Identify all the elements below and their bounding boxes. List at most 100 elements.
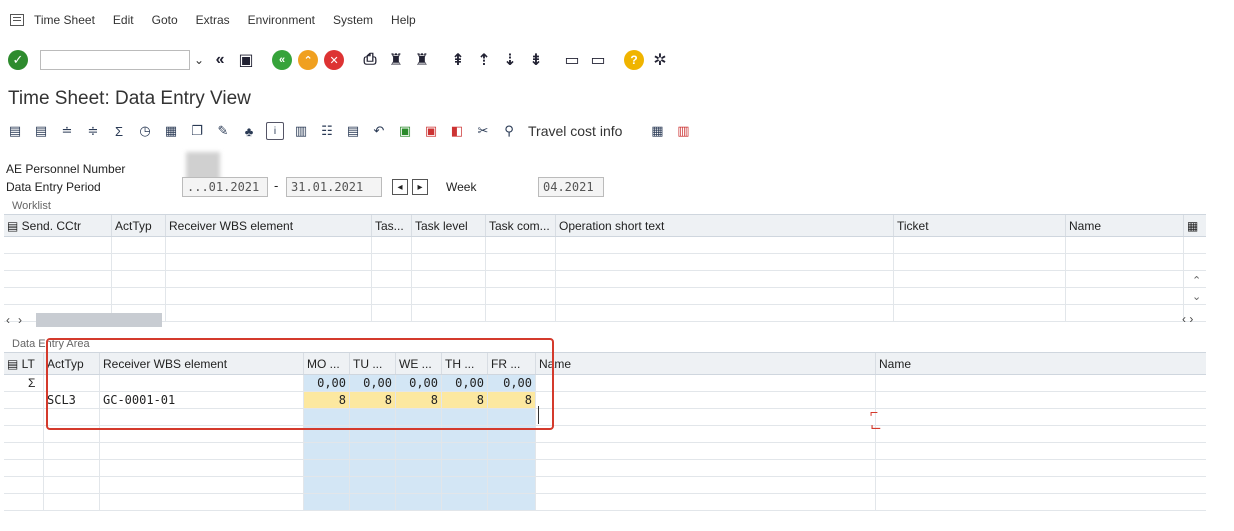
col-task-level[interactable]: Task level (412, 215, 486, 236)
col-receiver-wbs[interactable]: Receiver WBS element (166, 215, 372, 236)
create-session-icon[interactable]: ▭ (562, 50, 582, 70)
grid-select-icon[interactable]: ▤ (7, 357, 22, 371)
scroll-up-icon[interactable]: ⌃ (1192, 274, 1201, 287)
hours-tu[interactable]: 8 (350, 392, 396, 408)
table-row[interactable] (4, 426, 1206, 443)
next-page-icon[interactable]: ⇣ (500, 50, 520, 70)
menu-environment[interactable]: Environment (248, 13, 315, 27)
col-name-2[interactable]: Name (876, 353, 1206, 374)
undo-icon[interactable]: ↶ (370, 122, 388, 140)
col-tu[interactable]: TU ... (350, 353, 396, 374)
command-dropdown-icon[interactable]: ⌄ (194, 53, 204, 67)
col-we[interactable]: WE ... (396, 353, 442, 374)
table-row[interactable] (4, 443, 1206, 460)
period-to-field[interactable]: 31.01.2021 (286, 177, 382, 197)
travel-cost-info-button[interactable]: Travel cost info (528, 123, 622, 139)
command-field[interactable] (40, 50, 190, 70)
travel-icon[interactable]: ⚲ (500, 122, 518, 140)
period-from-field[interactable]: ...01.2021 (182, 177, 268, 197)
menu-edit[interactable]: Edit (113, 13, 134, 27)
save-icon[interactable]: ▣ (236, 50, 256, 70)
cancel-icon[interactable]: ✕ (324, 50, 345, 70)
calendar-icon[interactable]: ▦ (162, 122, 180, 140)
select-all-icon[interactable]: ▤ (6, 122, 24, 140)
table-row[interactable] (4, 288, 1206, 305)
scroll-thumb[interactable] (36, 313, 162, 327)
table-row[interactable] (4, 305, 1206, 322)
enter-check-icon[interactable]: ✓ (8, 50, 28, 70)
entry-wbs[interactable]: GC-0001-01 (100, 392, 304, 408)
col-name[interactable]: Name (1066, 215, 1184, 236)
scroll-down-icon[interactable]: ⌄ (1192, 290, 1201, 303)
print-icon[interactable]: ⎙ (360, 50, 380, 70)
col-lt[interactable]: ▤ LT (4, 353, 44, 374)
table-row[interactable] (4, 271, 1206, 288)
menu-extras[interactable]: Extras (196, 13, 230, 27)
col-th[interactable]: TH ... (442, 353, 488, 374)
delete-row-icon[interactable]: ▣ (422, 122, 440, 140)
menu-help[interactable]: Help (391, 13, 416, 27)
col-fr[interactable]: FR ... (488, 353, 536, 374)
table-row[interactable] (4, 477, 1206, 494)
find-next-icon[interactable]: ♜ (412, 50, 432, 70)
grid-select-icon[interactable]: ▤ (7, 219, 22, 233)
tools-icon[interactable]: ✂ (474, 122, 492, 140)
col-ticket[interactable]: Ticket (894, 215, 1066, 236)
previous-period-icon[interactable]: ◂ (392, 179, 408, 195)
col-name-1[interactable]: Name (536, 353, 876, 374)
col-receiver-wbs[interactable]: Receiver WBS element (100, 353, 304, 374)
last-page-icon[interactable]: ⇟ (526, 50, 546, 70)
table-row[interactable] (4, 409, 1206, 426)
copy-lines-icon[interactable]: ❐ (188, 122, 206, 140)
table-row[interactable] (4, 254, 1206, 271)
menu-goto[interactable]: Goto (152, 13, 178, 27)
col-acttyp[interactable]: ActTyp (44, 353, 100, 374)
settings-gear-icon[interactable]: ✲ (650, 50, 670, 70)
shortcut-icon[interactable]: ▭ (588, 50, 608, 70)
tree-icon[interactable]: ♣ (240, 122, 258, 140)
col-mo[interactable]: MO ... (304, 353, 350, 374)
details-icon[interactable]: ▥ (292, 122, 310, 140)
help-icon[interactable]: ? (624, 50, 645, 70)
table-row[interactable] (4, 237, 1206, 254)
clock-icon[interactable]: ◷ (136, 122, 154, 140)
sort-ascending-icon[interactable]: ≐ (58, 122, 76, 140)
table-row[interactable] (4, 460, 1206, 477)
col-task-com[interactable]: Task com... (486, 215, 556, 236)
exit-icon[interactable]: ⌃ (298, 50, 319, 70)
next-period-icon[interactable]: ▸ (412, 179, 428, 195)
table-row[interactable]: SCL3 GC-0001-01 8 8 8 8 8 (4, 392, 1206, 409)
menu-icon[interactable] (10, 14, 24, 26)
back-icon[interactable]: « (272, 50, 293, 70)
hours-mo[interactable]: 8 (304, 392, 350, 408)
column-settings-icon[interactable]: ▦ (1184, 215, 1206, 236)
edit-icon[interactable]: ✎ (214, 122, 232, 140)
add-row-icon[interactable]: ▣ (396, 122, 414, 140)
deselect-all-icon[interactable]: ▤ (32, 122, 50, 140)
horizontal-scrollbar[interactable]: ‹ › (6, 312, 162, 328)
split-icon[interactable]: ◧ (448, 122, 466, 140)
hours-fr[interactable]: 8 (488, 392, 536, 408)
hours-th[interactable]: 8 (442, 392, 488, 408)
export-icon[interactable]: ▦ (648, 122, 666, 140)
week-field[interactable]: 04.2021 (538, 177, 604, 197)
first-page-icon[interactable]: ⇞ (448, 50, 468, 70)
col-send-cctr[interactable]: ▤ Send. CCtr (4, 215, 112, 236)
menu-time-sheet[interactable]: Time Sheet (34, 13, 95, 27)
col-task[interactable]: Tas... (372, 215, 412, 236)
table-row[interactable] (4, 494, 1206, 511)
menu-system[interactable]: System (333, 13, 373, 27)
hours-we[interactable]: 8 (396, 392, 442, 408)
user-list-icon[interactable]: ☷ (318, 122, 336, 140)
worklist-column-scroll[interactable]: ‹ › (1182, 312, 1193, 326)
entry-acttyp[interactable]: SCL3 (44, 392, 100, 408)
previous-page-icon[interactable]: ⇡ (474, 50, 494, 70)
layout-icon[interactable]: ▤ (344, 122, 362, 140)
delete-icon[interactable]: ▥ (674, 122, 692, 140)
find-icon[interactable]: ♜ (386, 50, 406, 70)
sum-icon[interactable]: Σ (110, 122, 128, 140)
col-operation-short-text[interactable]: Operation short text (556, 215, 894, 236)
info-icon[interactable]: i (266, 122, 284, 140)
scroll-left-icon[interactable]: ‹ (6, 313, 10, 327)
scroll-right-icon[interactable]: › (18, 313, 22, 327)
